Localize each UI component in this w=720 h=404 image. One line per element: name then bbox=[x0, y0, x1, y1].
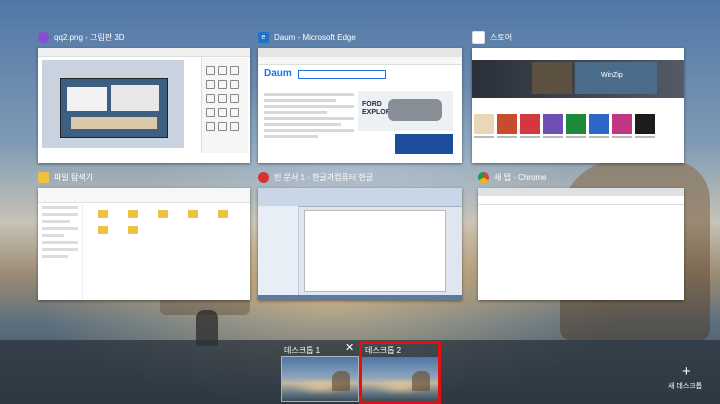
paint3d-tool-panel bbox=[201, 58, 248, 153]
store-app-row bbox=[474, 114, 655, 138]
desktop-1-label[interactable]: 데스크톱 1 bbox=[284, 345, 320, 356]
window-thumbnail bbox=[478, 188, 684, 300]
window-thumbnail: Daum FORD EXPLORER bbox=[258, 48, 462, 163]
chrome-icon bbox=[478, 171, 489, 183]
window-title: Daum - Microsoft Edge bbox=[274, 32, 356, 42]
ad-banner: FORD EXPLORER bbox=[358, 91, 453, 131]
paint3d-canvas bbox=[42, 60, 184, 148]
desktop-2-highlight bbox=[359, 341, 441, 404]
window-card-header: 새 탭 - Chrome bbox=[478, 170, 547, 184]
edge-icon: e bbox=[258, 31, 269, 43]
daum-search-box bbox=[298, 70, 386, 79]
window-card-header: 스토어 bbox=[472, 30, 512, 44]
window-card-header: e Daum - Microsoft Edge bbox=[258, 30, 356, 44]
window-card-header: qq2.png - 그림판 3D bbox=[38, 30, 125, 44]
window-title: qq2.png - 그림판 3D bbox=[54, 32, 125, 42]
new-desktop-button-label[interactable]: 새 데스크톱 bbox=[668, 381, 702, 391]
window-card-explorer[interactable]: 파일 탐색기 bbox=[38, 170, 250, 302]
ad-costco bbox=[395, 134, 453, 154]
window-card-header: 파일 탐색기 bbox=[38, 170, 93, 184]
folder-icon bbox=[38, 171, 49, 183]
plus-icon[interactable]: + bbox=[682, 364, 691, 379]
window-thumbnail: WinZip bbox=[472, 48, 684, 163]
paint3d-toolbar bbox=[38, 48, 250, 57]
paint3d-icon bbox=[38, 31, 49, 43]
close-desktop-icon[interactable]: ✕ bbox=[345, 343, 354, 354]
desktop-1-thumbnail[interactable] bbox=[281, 356, 359, 402]
window-card-hwp[interactable]: 빈 문서 1 - 한글과컴퓨터 한글 bbox=[258, 170, 462, 302]
store-hero-app: WinZip bbox=[601, 72, 623, 79]
window-title: 파일 탐색기 bbox=[54, 172, 94, 182]
window-title: 빈 문서 1 - 한글과컴퓨터 한글 bbox=[274, 172, 374, 182]
window-title: 새 탭 - Chrome bbox=[494, 172, 547, 182]
hwp-icon bbox=[258, 171, 269, 183]
window-card-header: 빈 문서 1 - 한글과컴퓨터 한글 bbox=[258, 170, 373, 184]
window-card-paint3d[interactable]: qq2.png - 그림판 3D bbox=[38, 30, 250, 165]
window-card-chrome[interactable]: 새 탭 - Chrome bbox=[478, 170, 684, 302]
news-list bbox=[264, 90, 354, 150]
store-icon bbox=[472, 30, 485, 44]
window-thumbnail bbox=[38, 48, 250, 163]
window-thumbnail bbox=[38, 188, 250, 300]
daum-logo: Daum bbox=[264, 68, 292, 79]
window-card-store[interactable]: 스토어 WinZip bbox=[472, 30, 684, 165]
window-title: 스토어 bbox=[490, 32, 513, 42]
store-hero-banner: WinZip bbox=[472, 60, 684, 98]
window-card-edge[interactable]: e Daum - Microsoft Edge Daum FORD EXPLOR… bbox=[258, 30, 462, 165]
window-thumbnail bbox=[258, 188, 462, 300]
